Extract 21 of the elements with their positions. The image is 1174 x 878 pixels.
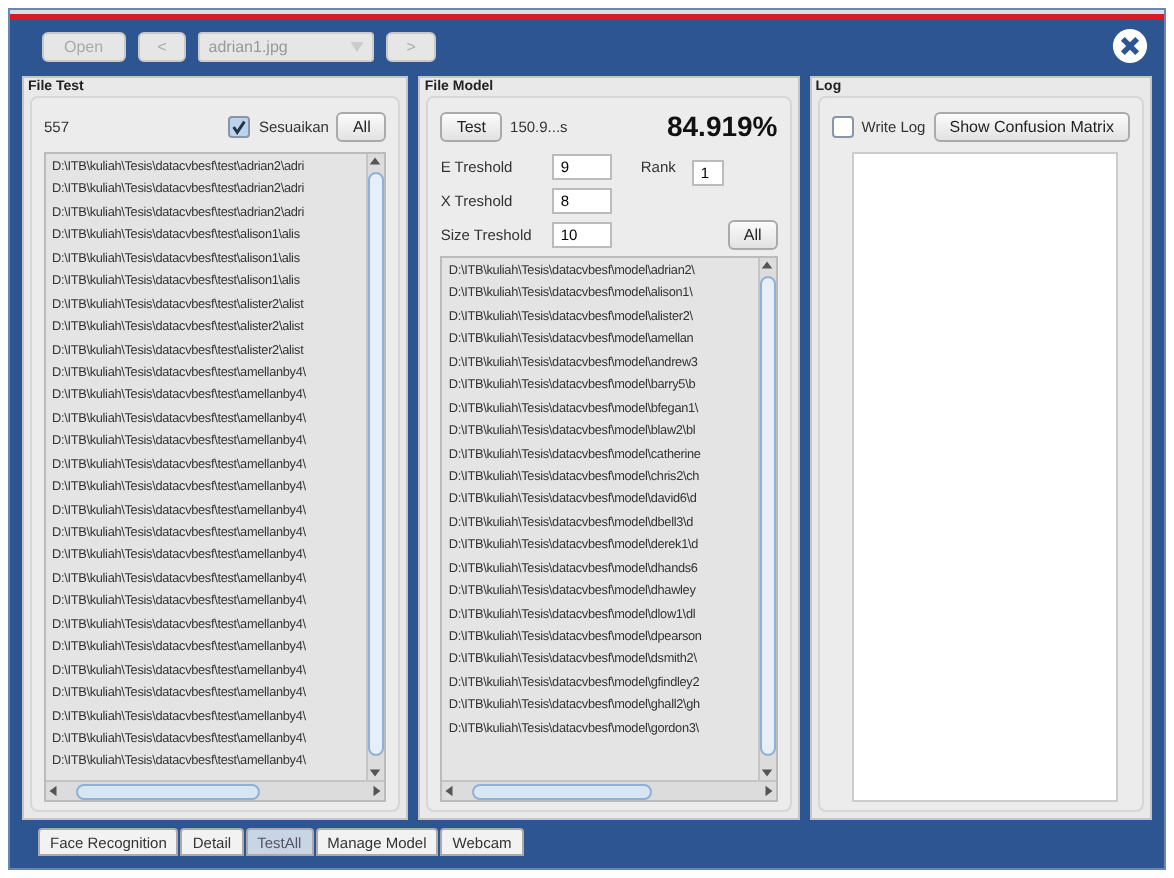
confusion-matrix-button[interactable]: Show Confusion Matrix (933, 111, 1130, 141)
checkbox[interactable] (831, 115, 854, 137)
right-arrow-icon[interactable] (370, 784, 385, 798)
scrollbar[interactable] (442, 780, 776, 800)
down-arrow-icon[interactable] (368, 766, 383, 780)
test-button[interactable]: Test (440, 111, 503, 141)
left-arrow-icon[interactable] (442, 784, 457, 798)
scrollbar[interactable] (757, 258, 776, 780)
down-arrow-icon[interactable] (759, 766, 774, 780)
close-icon[interactable] (1112, 28, 1148, 64)
accuracy-value: 84.919% (666, 110, 778, 142)
right-arrow-icon[interactable] (761, 784, 776, 798)
scrollbar[interactable] (46, 780, 385, 800)
all-button[interactable]: All (336, 111, 387, 141)
all-button[interactable]: All (727, 220, 778, 250)
up-arrow-icon[interactable] (368, 154, 383, 168)
left-arrow-icon[interactable] (46, 784, 60, 798)
scrollbar[interactable] (366, 154, 385, 780)
dropdown-arrow-icon (350, 41, 365, 51)
checkbox[interactable] (228, 115, 251, 137)
up-arrow-icon[interactable] (759, 258, 774, 272)
